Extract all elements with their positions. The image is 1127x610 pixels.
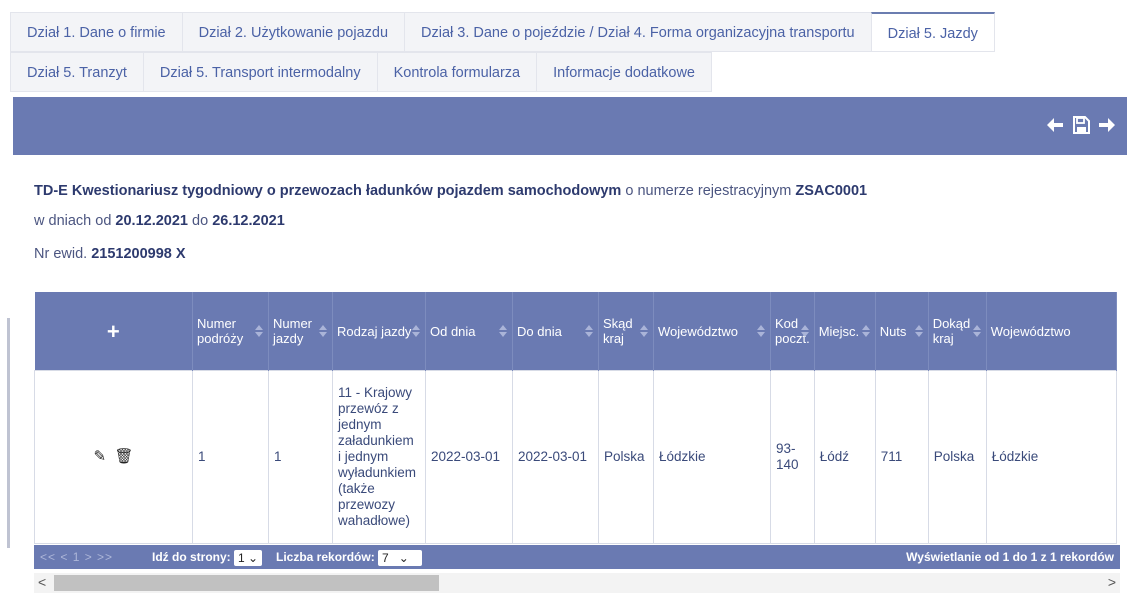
- ewid-number: 2151200998 X: [91, 246, 186, 262]
- sort-icon[interactable]: [914, 325, 923, 337]
- toolbar: [13, 97, 1127, 155]
- form-title-line: TD-E Kwestionariusz tygodniowy o przewoz…: [34, 183, 867, 199]
- header-numer-podrozy[interactable]: Numer podróży: [192, 292, 269, 371]
- cell-do-dnia: 2022-03-01: [512, 370, 599, 544]
- tab-dzial-3-4[interactable]: Dział 3. Dane o pojeździe / Dział 4. For…: [404, 12, 871, 52]
- pager-records: Liczba rekordów: 7 ⌄: [276, 545, 423, 569]
- header-od-dnia[interactable]: Od dnia: [425, 292, 513, 371]
- header-wojewodztwo-2[interactable]: Województwo: [986, 292, 1117, 371]
- cell-dokad-kraj: Polska: [927, 370, 987, 544]
- sort-icon[interactable]: [255, 325, 263, 337]
- cell-wojewodztwo: Łódzkie: [653, 370, 771, 544]
- date-to: 26.12.2021: [212, 213, 285, 229]
- cell-wojewodztwo-2: Łódzkie: [985, 370, 1117, 544]
- pager-summary: Wyświetlanie od 1 do 1 z 1 rekordów: [906, 550, 1114, 564]
- header-dokad-kraj[interactable]: Dokąd kraj: [928, 292, 987, 371]
- cell-kod-poczt: 93-140: [770, 370, 815, 544]
- tab-dzial-5-intermodal[interactable]: Dział 5. Transport intermodalny: [142, 52, 377, 92]
- scroll-right-icon[interactable]: >: [1108, 574, 1116, 590]
- table-header-row: + Numer podróży Numer jazdy Rodzaj jazdy…: [34, 292, 1117, 371]
- section-tabs: Dział 1. Dane o firmie Dział 2. Użytkowa…: [10, 12, 1115, 92]
- ewid-prefix: Nr ewid.: [34, 246, 88, 262]
- sort-icon[interactable]: [800, 325, 809, 337]
- left-border: [0, 0, 10, 610]
- cell-nuts: 711: [874, 370, 929, 544]
- tab-row-2: Dział 5. Tranzyt Dział 5. Transport inte…: [10, 52, 1115, 92]
- sort-icon[interactable]: [499, 325, 507, 337]
- cell-numer-podrozy: 1: [192, 370, 269, 544]
- table-row[interactable]: ✎ 🗑 1 1 11 - Krajowy przewóz z jednym za…: [34, 370, 1117, 544]
- records-label: Liczba rekordów:: [276, 550, 375, 564]
- arrow-right-icon[interactable]: [1097, 115, 1117, 135]
- sort-icon[interactable]: [585, 325, 593, 337]
- reg-number: ZSAC0001: [795, 183, 868, 199]
- pager-nav[interactable]: << < 1 > >>: [40, 545, 113, 569]
- pager-goto: Idź do strony: 1 ⌄: [152, 545, 263, 569]
- delete-icon[interactable]: 🗑: [114, 448, 133, 465]
- cell-rodzaj-jazdy: 11 - Krajowy przewóz z jednym załadunkie…: [332, 370, 426, 544]
- dates-mid: do: [192, 213, 209, 229]
- pager-bar: << < 1 > >> Idź do strony: 1 ⌄ Liczba re…: [34, 545, 1120, 569]
- header-wojewodztwo[interactable]: Województwo: [653, 292, 771, 371]
- ewid-line: Nr ewid. 2151200998 X: [34, 246, 186, 262]
- header-do-dnia[interactable]: Do dnia: [512, 292, 599, 371]
- scrollbar-thumb[interactable]: [54, 575, 439, 591]
- tab-dzial-5-jazdy[interactable]: Dział 5. Jazdy: [870, 12, 995, 52]
- sort-icon[interactable]: [640, 325, 648, 337]
- header-numer-jazdy[interactable]: Numer jazdy: [268, 292, 333, 371]
- arrow-left-icon[interactable]: [1045, 115, 1065, 135]
- goto-label: Idź do strony:: [152, 550, 231, 564]
- header-skad-kraj[interactable]: Skąd kraj: [598, 292, 654, 371]
- tab-row-1: Dział 1. Dane o firmie Dział 2. Użytkowa…: [10, 12, 1115, 52]
- records-select[interactable]: 7 ⌄: [378, 549, 423, 566]
- header-miejsc[interactable]: Miejsc.: [814, 292, 876, 371]
- dates-prefix: w dniach od: [34, 213, 112, 229]
- date-from: 20.12.2021: [115, 213, 188, 229]
- reg-text: o numerze rejestracyjnym: [625, 183, 792, 199]
- header-rodzaj-jazdy[interactable]: Rodzaj jazdy: [332, 292, 426, 371]
- sort-icon[interactable]: [319, 325, 327, 337]
- trips-table: + Numer podróży Numer jazdy Rodzaj jazdy…: [34, 292, 1117, 544]
- edit-icon[interactable]: ✎: [94, 448, 107, 465]
- scroll-left-icon[interactable]: <: [38, 574, 46, 590]
- chevron-down-icon: ⌄: [398, 550, 409, 565]
- cell-skad-kraj: Polska: [598, 370, 654, 544]
- tab-dzial-5-tranzyt[interactable]: Dział 5. Tranzyt: [10, 52, 143, 92]
- page-select[interactable]: 1 ⌄: [234, 549, 263, 566]
- chevron-down-icon: ⌄: [248, 550, 259, 565]
- tab-informacje-dodatkowe[interactable]: Informacje dodatkowe: [536, 52, 712, 92]
- tab-kontrola-formularza[interactable]: Kontrola formularza: [376, 52, 537, 92]
- header-kod-poczt[interactable]: Kod poczt.: [770, 292, 815, 371]
- sort-icon[interactable]: [412, 325, 420, 337]
- header-nuts[interactable]: Nuts: [875, 292, 929, 371]
- cell-od-dnia: 2022-03-01: [425, 370, 513, 544]
- tab-dzial-1[interactable]: Dział 1. Dane o firmie: [10, 12, 182, 52]
- left-marker: [7, 318, 10, 548]
- cell-miejsc: Łódź: [813, 370, 876, 544]
- sort-icon[interactable]: [757, 325, 765, 337]
- date-range-line: w dniach od 20.12.2021 do 26.12.2021: [34, 213, 285, 229]
- add-row-button[interactable]: +: [34, 292, 193, 371]
- trips-grid: + Numer podróży Numer jazdy Rodzaj jazdy…: [34, 292, 1120, 572]
- form-title: TD-E Kwestionariusz tygodniowy o przewoz…: [34, 183, 622, 199]
- save-icon[interactable]: [1071, 115, 1091, 135]
- sort-icon[interactable]: [861, 325, 870, 337]
- row-actions: ✎ 🗑: [34, 370, 193, 544]
- cell-numer-jazdy: 1: [268, 370, 333, 544]
- horizontal-scrollbar[interactable]: < >: [34, 573, 1120, 593]
- tab-dzial-2[interactable]: Dział 2. Użytkowanie pojazdu: [181, 12, 405, 52]
- sort-icon[interactable]: [972, 325, 981, 337]
